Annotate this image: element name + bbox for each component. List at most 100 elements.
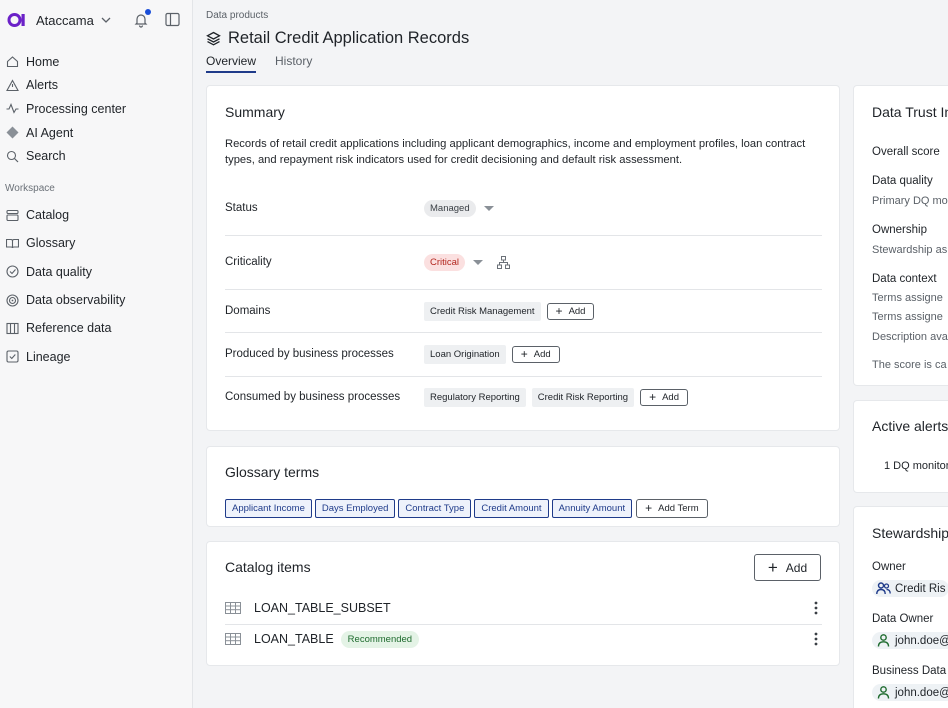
owner-chip[interactable]: Credit Ris [872,580,948,597]
nav-label: AI Agent [26,125,74,140]
glossary-terms-list: Applicant Income Days Employed Contract … [225,499,708,518]
radar-icon [6,293,19,307]
status-badge[interactable]: Managed [424,200,476,217]
dq-label: Data quality [872,175,933,187]
divider [225,376,822,377]
add-term-button[interactable]: + Add Term [636,499,708,518]
consumed-label: Consumed by business processes [225,391,401,403]
alert-item[interactable]: 1 DQ monitor [884,460,948,472]
nav-label: Lineage [26,349,71,364]
domains-label: Domains [225,305,271,317]
user-icon [877,634,890,647]
collapse-sidebar-icon[interactable] [165,12,180,27]
domain-chip[interactable]: Credit Risk Management [424,302,541,321]
nav-item-search[interactable]: Search [0,144,192,168]
stewardship-heading: Stewardship [872,525,948,541]
plus-icon: + [767,557,778,577]
process-chip[interactable]: Credit Risk Reporting [531,388,635,407]
catalog-card: Catalog items + Add LOAN_TABLE_SUBSET LOA… [206,541,840,666]
data-owner-label: Data Owner [872,613,934,625]
nav-item-ai-agent[interactable]: AI Agent [0,121,192,145]
nav-label: Alerts [26,78,58,93]
hierarchy-icon[interactable] [497,256,511,269]
nav-item-lineage[interactable]: Lineage [0,342,192,370]
business-data-label: Business Data [872,665,947,677]
domains-value: Credit Risk Management + Add [424,302,595,321]
process-chip[interactable]: Regulatory Reporting [424,388,526,407]
status-dropdown-icon[interactable] [483,206,494,211]
glossary-card: Glossary terms Applicant Income Days Emp… [206,446,840,527]
divider [225,624,822,625]
table-grid-icon [6,322,19,334]
overall-score-label: Overall score [872,146,940,158]
nav-item-processing-center[interactable]: Processing center [0,97,192,121]
breadcrumb[interactable]: Data products [206,10,268,21]
divider [225,332,822,333]
catalog-item-row[interactable]: LOAN_TABLE_SUBSET [225,598,822,618]
nav-label: Glossary [26,236,76,251]
tab-bar: Overview History [206,54,331,73]
nav-item-data-observability[interactable]: Data observability [0,286,192,314]
tab-history[interactable]: History [275,54,312,73]
trust-heading: Data Trust In [872,104,948,120]
glossary-term-chip[interactable]: Applicant Income [225,499,312,518]
table-icon [225,602,241,614]
more-vertical-icon[interactable] [814,632,818,646]
nav-item-data-quality[interactable]: Data quality [0,258,192,286]
glossary-term-chip[interactable]: Days Employed [314,499,396,518]
catalog-item-row[interactable]: LOAN_TABLE Recommended [225,629,822,649]
layers-icon [206,31,221,46]
nav-item-reference-data[interactable]: Reference data [0,314,192,342]
consumed-value: Regulatory Reporting Credit Risk Reporti… [424,388,688,407]
glossary-term-chip[interactable]: Credit Amount [474,499,549,518]
criticality-label: Criticality [225,256,272,268]
divider [225,235,822,236]
criticality-dropdown-icon[interactable] [473,260,484,265]
book-icon [6,238,19,248]
tab-overview[interactable]: Overview [206,54,257,73]
more-vertical-icon[interactable] [814,601,818,615]
add-produced-button[interactable]: + Add [511,346,560,363]
nav-label: Search [26,149,66,164]
nav-label: Home [26,54,60,69]
context-detail: Terms assigne [872,311,943,323]
business-data-value: john.doe@ [895,686,948,699]
data-owner-chip[interactable]: john.doe@ [872,632,948,649]
context-detail: Description ava [872,331,948,343]
search-icon [6,150,19,163]
add-label: Add [533,349,551,360]
glossary-term-chip[interactable]: Contract Type [398,499,472,518]
notification-dot [145,9,151,15]
plus-icon: + [649,390,657,404]
catalog-item-name[interactable]: LOAN_TABLE [254,632,334,646]
trust-footer: The score is ca [872,359,947,371]
summary-heading: Summary [225,104,285,120]
nav-item-home[interactable]: Home [0,50,192,74]
add-catalog-item-button[interactable]: + Add [754,554,821,581]
workspace-switcher[interactable]: Ataccama [7,10,111,30]
add-domain-button[interactable]: + Add [546,303,595,320]
chevron-down-icon [101,17,111,23]
recommended-badge: Recommended [340,630,420,648]
glossary-term-chip[interactable]: Annuity Amount [551,499,633,518]
page-title-row: Retail Credit Application Records [206,29,469,48]
add-term-label: Add Term [658,503,699,514]
status-value: Managed [424,200,494,217]
add-consumed-button[interactable]: + Add [640,389,688,406]
nav-item-catalog[interactable]: Catalog [0,201,192,229]
business-data-chip[interactable]: john.doe@ [872,684,948,701]
glossary-heading: Glossary terms [225,464,320,480]
nav-item-alerts[interactable]: Alerts [0,74,192,98]
alerts-heading: Active alerts [872,418,948,434]
nav-item-glossary[interactable]: Glossary [0,229,192,257]
activity-icon [6,103,19,115]
summary-card: Summary Records of retail credit applica… [206,85,840,431]
produced-label: Produced by business processes [225,348,394,360]
status-label: Status [225,202,258,214]
ataccama-logo-icon [7,13,25,27]
catalog-item-name[interactable]: LOAN_TABLE_SUBSET [254,601,391,615]
criticality-badge[interactable]: Critical [424,254,466,271]
check-circle-icon [6,265,19,278]
alert-triangle-icon [6,79,19,91]
process-chip[interactable]: Loan Origination [424,345,506,364]
